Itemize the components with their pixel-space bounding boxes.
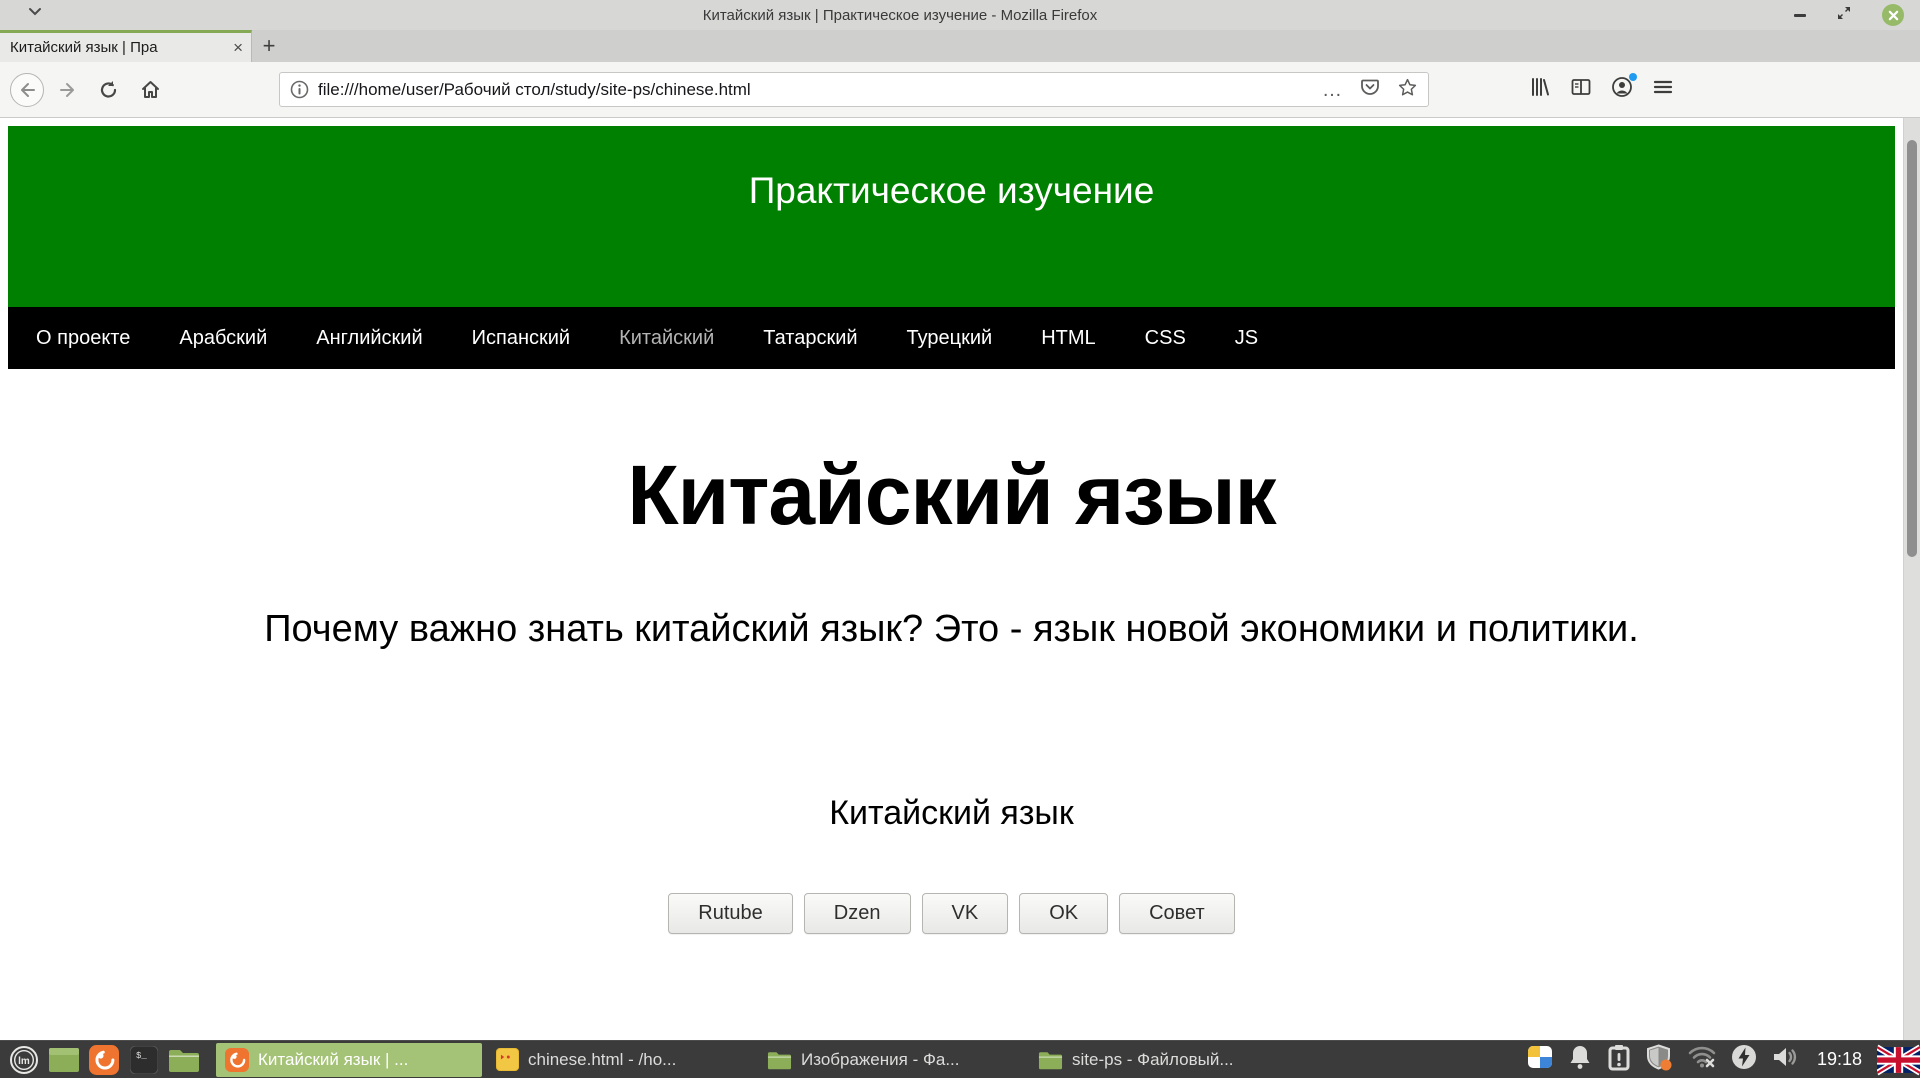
text-editor-task-icon (496, 1048, 519, 1071)
nav-item-english[interactable]: Английский (316, 327, 422, 350)
browser-viewport: Практическое изучение О проекте Арабский… (0, 118, 1920, 1040)
nav-item-arabic[interactable]: Арабский (179, 327, 267, 350)
browser-toolbar: file:///home/user/Рабочий стол/study/sit… (0, 62, 1920, 118)
link-button-row: Rutube Dzen VK OK Совет (0, 893, 1903, 934)
tab-strip: Китайский язык | Пра × + (0, 30, 1920, 62)
tray-grid-icon[interactable] (1527, 1044, 1553, 1075)
new-tab-button[interactable]: + (252, 30, 286, 62)
task-images-folder[interactable]: Изображения - Фа... (758, 1043, 1024, 1077)
terminal-launcher-icon[interactable]: $_ (124, 1041, 164, 1078)
ok-button[interactable]: OK (1019, 893, 1109, 934)
nav-item-css[interactable]: CSS (1145, 327, 1186, 350)
vk-button[interactable]: VK (921, 893, 1009, 934)
window-list: Китайский язык | ... chinese.html - /ho.… (216, 1042, 1295, 1077)
page-actions-icon[interactable]: … (1322, 80, 1343, 100)
svg-text:lm: lm (18, 1056, 30, 1067)
page-title: Китайский язык (627, 448, 1276, 542)
update-shield-icon[interactable] (1646, 1043, 1673, 1076)
web-page: Практическое изучение О проекте Арабский… (0, 118, 1903, 1040)
tab-title: Китайский язык | Пра (10, 39, 158, 56)
dzen-button[interactable]: Dzen (803, 893, 911, 934)
task-title: Изображения - Фа... (801, 1049, 960, 1069)
close-button[interactable] (1882, 4, 1904, 26)
menu-hamburger-icon[interactable] (1652, 76, 1674, 103)
tab-close-icon[interactable]: × (233, 39, 243, 56)
folder-task-icon (1038, 1051, 1063, 1069)
reload-button[interactable] (92, 73, 126, 107)
task-title: chinese.html - /ho... (528, 1049, 677, 1069)
intro-paragraph: Почему важно знать китайский язык? Это -… (264, 608, 1639, 650)
show-desktop-launcher-icon[interactable] (44, 1041, 84, 1078)
folder-task-icon (767, 1051, 792, 1069)
clock[interactable]: 19:18 (1817, 1049, 1862, 1070)
svg-text:$_: $_ (136, 1051, 147, 1061)
window-titlebar: Китайский язык | Практическое изучение -… (0, 0, 1920, 30)
nav-item-js[interactable]: JS (1235, 327, 1258, 350)
nav-item-spanish[interactable]: Испанский (472, 327, 570, 350)
power-manager-icon[interactable] (1731, 1044, 1757, 1075)
pocket-icon[interactable] (1360, 77, 1380, 102)
desktop-screen: Китайский язык | Практическое изучение -… (0, 0, 1920, 1078)
system-tray: 19:18 (1527, 1041, 1920, 1078)
library-icon[interactable] (1529, 76, 1551, 103)
firefox-task-icon (225, 1047, 249, 1072)
nav-buttons (10, 72, 167, 107)
file-manager-launcher-icon[interactable] (164, 1041, 204, 1078)
firefox-launcher-icon[interactable] (84, 1041, 124, 1078)
nav-item-html[interactable]: HTML (1041, 327, 1095, 350)
page-banner: Практическое изучение (8, 126, 1895, 307)
restore-button[interactable] (1836, 5, 1852, 26)
task-siteps-folder[interactable]: site-ps - Файловый... (1029, 1043, 1295, 1077)
site-navigation: О проекте Арабский Английский Испанский … (8, 307, 1895, 369)
nav-item-turkish[interactable]: Турецкий (907, 327, 993, 350)
task-firefox[interactable]: Китайский язык | ... (216, 1042, 482, 1077)
url-bar[interactable]: file:///home/user/Рабочий стол/study/sit… (279, 72, 1429, 107)
banner-title: Практическое изучение (748, 170, 1155, 211)
task-title: Китайский язык | ... (258, 1049, 409, 1069)
mint-menu-button[interactable]: lm (4, 1041, 44, 1078)
section-subheading: Китайский язык (829, 794, 1074, 832)
page-scrollbar[interactable] (1903, 118, 1920, 1040)
sovet-button[interactable]: Совет (1119, 893, 1235, 934)
toolbar-right-icons (1529, 73, 1674, 103)
volume-icon[interactable] (1772, 1045, 1800, 1074)
task-title: site-ps - Файловый... (1072, 1049, 1234, 1069)
report-clipboard-icon[interactable] (1607, 1044, 1631, 1076)
home-button[interactable] (133, 73, 167, 107)
nav-item-tatar[interactable]: Татарский (763, 327, 857, 350)
keyboard-layout-uk-flag-icon[interactable] (1877, 1041, 1920, 1078)
nav-item-about[interactable]: О проекте (36, 327, 130, 350)
url-text[interactable]: file:///home/user/Рабочий стол/study/sit… (318, 80, 1322, 100)
active-tab[interactable]: Китайский язык | Пра × (0, 30, 252, 62)
nav-item-chinese[interactable]: Китайский (619, 327, 714, 350)
account-notification-dot (1629, 73, 1637, 81)
url-actions: … (1322, 77, 1418, 103)
bookmark-star-icon[interactable] (1397, 77, 1418, 103)
minimize-button[interactable] (1794, 13, 1806, 17)
account-icon[interactable] (1611, 73, 1637, 103)
task-text-editor[interactable]: chinese.html - /ho... (487, 1043, 753, 1077)
taskbar: lm $_ Китайский язык | ... chinese.html … (0, 1040, 1920, 1078)
sidebar-icon[interactable] (1570, 76, 1592, 103)
window-title: Китайский язык | Практическое изучение -… (702, 6, 1098, 24)
forward-button[interactable] (51, 73, 85, 107)
site-info-icon[interactable] (290, 80, 309, 99)
notifications-bell-icon[interactable] (1568, 1044, 1592, 1075)
window-controls (1794, 0, 1904, 30)
back-button[interactable] (10, 72, 44, 107)
rutube-button[interactable]: Rutube (668, 893, 793, 934)
scrollbar-thumb[interactable] (1907, 140, 1917, 557)
network-wifi-off-icon[interactable] (1688, 1045, 1716, 1074)
